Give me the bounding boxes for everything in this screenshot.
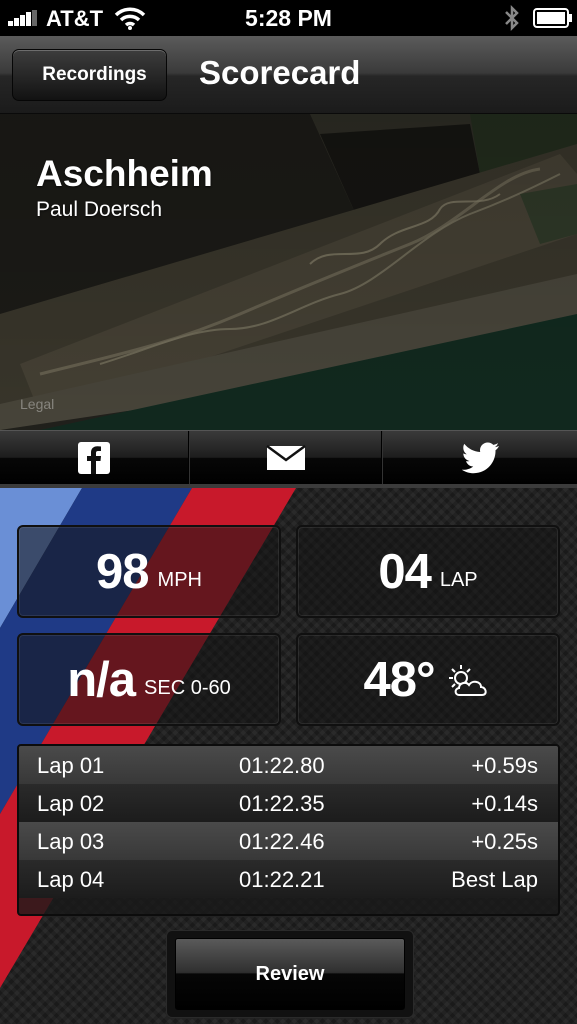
- review-button[interactable]: Review: [175, 938, 405, 1010]
- track-map[interactable]: Aschheim Paul Doersch Legal: [0, 114, 577, 430]
- lap-row[interactable]: Lap 02 01:22.35 +0.14s: [19, 784, 558, 822]
- track-name: Aschheim: [36, 153, 213, 194]
- acceleration-tile: n/a SEC 0-60: [17, 633, 281, 726]
- lap-time: 01:22.46: [239, 829, 325, 854]
- lap-count-value: 04: [378, 544, 432, 599]
- share-divider: [188, 431, 190, 484]
- top-speed-unit: MPH: [157, 569, 202, 591]
- envelope-icon: [266, 444, 306, 470]
- navigation-bar: Recordings Scorecard: [0, 36, 577, 114]
- lap-number: Lap 04: [37, 867, 105, 892]
- facebook-icon: [78, 441, 110, 474]
- lap-delta: Best Lap: [451, 867, 538, 892]
- review-button-frame: Review: [166, 930, 414, 1018]
- lap-row[interactable]: Lap 04 01:22.21 Best Lap: [19, 860, 558, 898]
- map-legal-link[interactable]: Legal: [20, 396, 54, 412]
- lap-time: 01:22.21: [239, 867, 325, 892]
- acceleration-unit: SEC 0-60: [144, 677, 231, 699]
- status-bar: AT&T 5:28 PM: [0, 0, 577, 36]
- lap-number: Lap 01: [37, 753, 105, 778]
- lap-delta: +0.59s: [471, 753, 538, 778]
- share-bar: [0, 430, 577, 484]
- twitter-bird-icon: [461, 442, 499, 473]
- lap-number: Lap 02: [37, 791, 105, 816]
- recordings-back-button[interactable]: Recordings: [12, 49, 167, 101]
- top-speed-value: 98: [96, 544, 150, 599]
- clock: 5:28 PM: [245, 5, 332, 31]
- temperature-tile: 48°: [296, 633, 560, 726]
- share-divider: [381, 431, 383, 484]
- review-button-label: Review: [255, 962, 325, 985]
- share-email-button[interactable]: [191, 431, 381, 484]
- share-facebook-button[interactable]: [0, 431, 188, 484]
- top-speed-tile: 98 MPH: [17, 525, 281, 618]
- share-twitter-button[interactable]: [384, 431, 577, 484]
- lap-delta: +0.14s: [471, 791, 538, 816]
- partly-sunny-icon: [448, 664, 487, 696]
- page-title: Scorecard: [199, 54, 361, 91]
- lap-delta: +0.25s: [471, 829, 538, 854]
- lap-row[interactable]: Lap 01 01:22.80 +0.59s: [19, 746, 558, 784]
- lap-times-table: Lap 01 01:22.80 +0.59s Lap 02 01:22.35 +…: [17, 744, 560, 916]
- scorecard-content: 98 MPH 04 LAP n/a SEC 0-60 48° Lap 01 01…: [0, 484, 577, 1024]
- acceleration-value: n/a: [67, 652, 136, 707]
- temperature-value: 48°: [363, 652, 435, 707]
- lap-count-unit: LAP: [439, 569, 478, 591]
- lap-number: Lap 03: [37, 829, 105, 854]
- bluetooth-icon: [505, 4, 519, 32]
- driver-name: Paul Doersch: [36, 198, 163, 221]
- lap-count-tile: 04 LAP: [296, 525, 560, 618]
- back-button-label: Recordings: [42, 64, 147, 85]
- lap-time: 01:22.35: [239, 791, 325, 816]
- lap-row[interactable]: Lap 03 01:22.46 +0.25s: [19, 822, 558, 860]
- battery-icon: [533, 8, 572, 28]
- lap-time: 01:22.80: [239, 753, 325, 778]
